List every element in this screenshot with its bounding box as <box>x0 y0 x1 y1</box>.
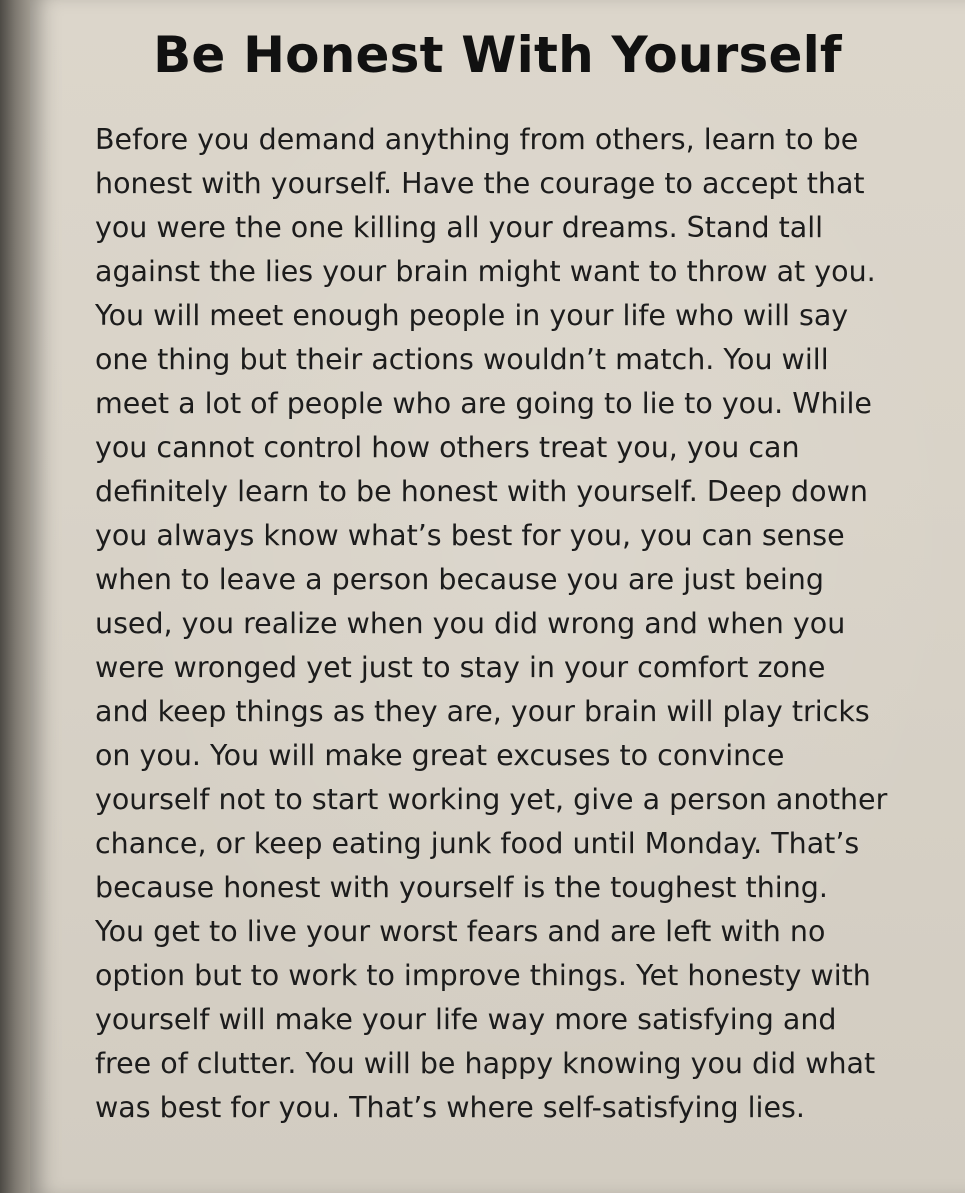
text-line: Before you demand anything from others, … <box>95 123 859 156</box>
body-paragraph: Before you demand anything from others, … <box>95 118 965 1130</box>
text-line: option but to work to improve things. Ye… <box>95 959 871 992</box>
text-line: yourself not to start working yet, give … <box>95 783 888 816</box>
book-page: Be Honest With Yourself Before you deman… <box>30 0 965 1193</box>
page-binding-edge <box>0 0 34 1193</box>
photo-scene: Be Honest With Yourself Before you deman… <box>0 0 965 1193</box>
text-line: and keep things as they are, your brain … <box>95 695 870 728</box>
text-line: you always know what’s best for you, you… <box>95 519 845 552</box>
text-line: when to leave a person because you are j… <box>95 563 824 596</box>
text-line: you were the one killing all your dreams… <box>95 211 824 244</box>
text-line: used, you realize when you did wrong and… <box>95 607 846 640</box>
text-line: You will meet enough people in your life… <box>95 299 849 332</box>
text-line: because honest with yourself is the toug… <box>95 871 828 904</box>
text-line: chance, or keep eating junk food until M… <box>95 827 860 860</box>
text-line: you cannot control how others treat you,… <box>95 431 800 464</box>
text-line: definitely learn to be honest with yours… <box>95 475 868 508</box>
text-line: were wronged yet just to stay in your co… <box>95 651 826 684</box>
text-line: free of clutter. You will be happy knowi… <box>95 1047 876 1080</box>
text-line: on you. You will make great excuses to c… <box>95 739 785 772</box>
text-line: meet a lot of people who are going to li… <box>95 387 872 420</box>
text-line: honest with yourself. Have the courage t… <box>95 167 865 200</box>
text-line: one thing but their actions wouldn’t mat… <box>95 343 829 376</box>
text-line: yourself will make your life way more sa… <box>95 1003 837 1036</box>
text-line: You get to live your worst fears and are… <box>95 915 826 948</box>
text-line: was best for you. That’s where self-sati… <box>95 1091 805 1124</box>
page-title: Be Honest With Yourself <box>153 26 842 84</box>
text-line: against the lies your brain might want t… <box>95 255 876 288</box>
